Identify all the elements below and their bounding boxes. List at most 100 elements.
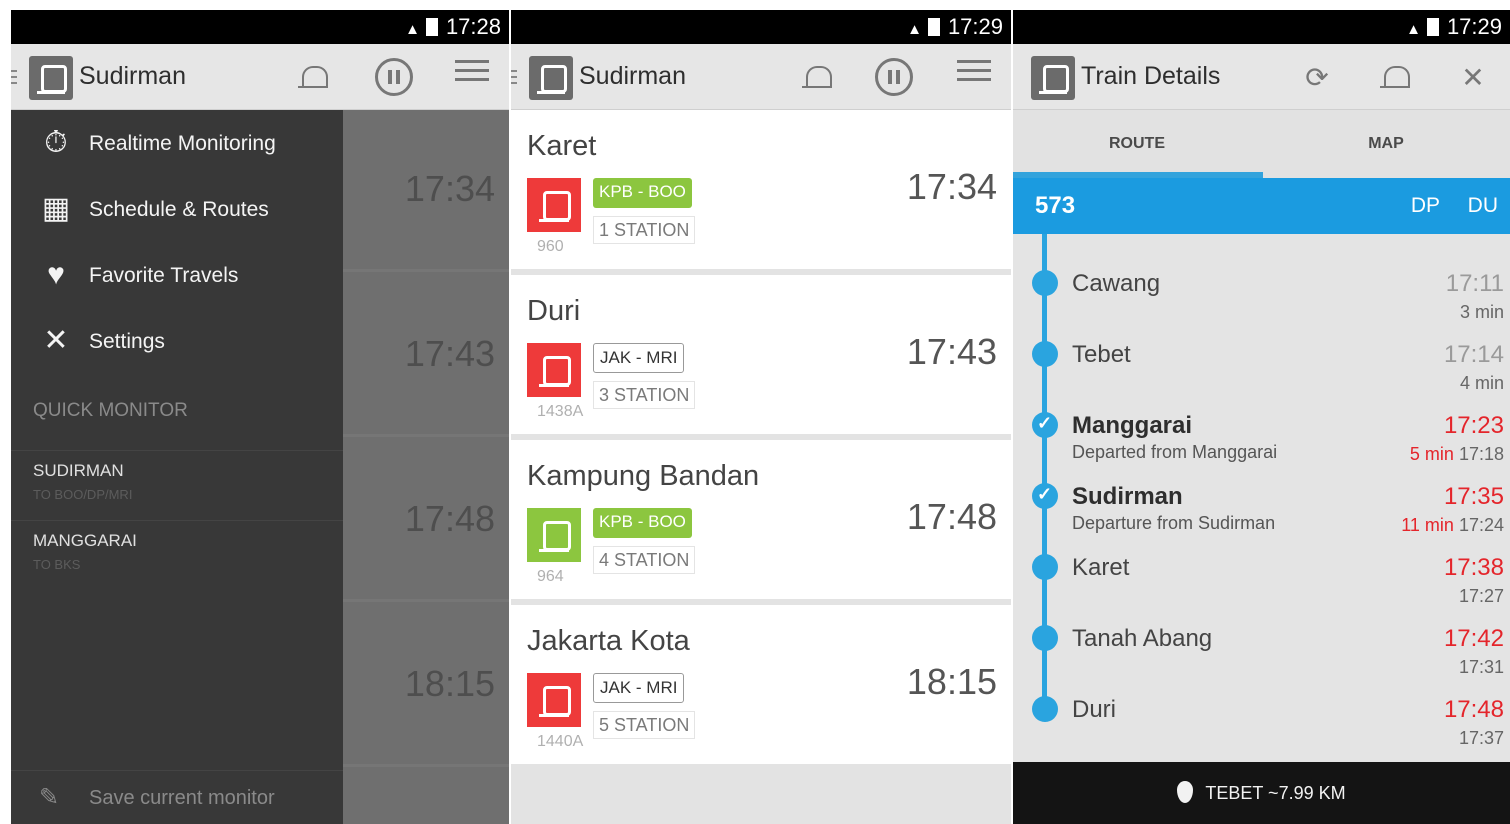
route-stop[interactable]: Cawang 17:11 3 min: [1013, 258, 1510, 328]
train-icon: [527, 673, 581, 727]
filter-list-icon[interactable]: [957, 60, 991, 94]
scheduled-time: 4 min: [1459, 373, 1504, 393]
tab-route[interactable]: ROUTE: [1013, 110, 1261, 178]
stop-time: 17:38: [1443, 554, 1504, 581]
line-badge: KPB - BOO: [593, 178, 692, 208]
pause-icon[interactable]: [875, 58, 913, 96]
signal-icon: ▲: [1406, 21, 1421, 38]
train-number: 1440A: [537, 733, 584, 750]
stop-dot-icon: [1032, 554, 1058, 580]
save-current-monitor-button[interactable]: ✎ Save current monitor: [11, 770, 343, 824]
status-bar: ▲ 17:29: [1013, 10, 1510, 44]
train-card[interactable]: Jakarta Kota 1440A JAK - MRI 5 STATION 1…: [511, 605, 1011, 767]
arrival-time: 17:43: [906, 331, 997, 372]
dimmed-time: 17:34: [404, 168, 495, 209]
train-app-icon[interactable]: [29, 56, 73, 100]
menu-item-favorite-travels[interactable]: ♥ Favorite Travels: [11, 242, 343, 308]
train-list: Karet 960 KPB - BOO 1 STATION 17:34 Duri…: [511, 110, 1011, 824]
navigation-drawer-screen: ▲ 17:28 Sudirman 17:34 17:43 17:48 18:15 …: [11, 10, 509, 824]
dimmed-row: 17:43: [343, 275, 509, 437]
quick-monitor-item[interactable]: MANGGARAI TO BKS: [11, 520, 343, 590]
train-card[interactable]: Karet 960 KPB - BOO 1 STATION 17:34: [511, 110, 1011, 272]
train-header: 573 DP DU: [1013, 178, 1510, 234]
stop-status: Departure from Sudirman: [1072, 513, 1276, 533]
quick-monitor-item[interactable]: SUDIRMAN TO BOO/DP/MRI: [11, 450, 343, 520]
scheduled-time: 17:24: [1458, 515, 1504, 535]
battery-icon: [1426, 18, 1439, 36]
train-icon: [527, 508, 581, 562]
bell-icon[interactable]: [1375, 58, 1415, 98]
stop-name: Karet: [1072, 554, 1130, 581]
bell-icon[interactable]: [293, 58, 333, 98]
menu-item-schedule-routes[interactable]: ▦ Schedule & Routes: [11, 176, 343, 242]
train-card[interactable]: Kampung Bandan 964 KPB - BOO 4 STATION 1…: [511, 440, 1011, 602]
route-stop[interactable]: Tanah Abang 17:42 17:31: [1013, 613, 1510, 683]
destination-station: Duri: [527, 295, 581, 327]
action-bar: Train Details ⟳ ✕: [1013, 44, 1510, 110]
scheduled-time: 17:27: [1458, 586, 1504, 606]
save-current-monitor-label: Save current monitor: [89, 787, 275, 809]
stop-name: Cawang: [1072, 270, 1161, 297]
stop-time: 17:48: [1443, 696, 1504, 723]
dimmed-time: 17:43: [404, 333, 495, 374]
stop-dot-icon: [1032, 625, 1058, 651]
dimmed-content[interactable]: 17:34 17:43 17:48 18:15: [343, 110, 509, 824]
menu-item-label: Settings: [89, 330, 165, 353]
stop-dot-icon: [1032, 696, 1058, 722]
train-number: 964: [537, 568, 564, 585]
route-stop[interactable]: Sudirman Departure from Sudirman 17:35 1…: [1013, 471, 1510, 541]
bell-icon[interactable]: [797, 58, 837, 98]
train-app-icon[interactable]: [529, 56, 573, 100]
nearest-station-bar[interactable]: TEBET ~7.99 KM: [1013, 762, 1510, 824]
tab-bar: ROUTE MAP: [1013, 110, 1510, 178]
route-stop[interactable]: Tebet 17:14 4 min: [1013, 329, 1510, 399]
stop-status: Departed from Manggarai: [1072, 442, 1278, 462]
stop-name: Sudirman: [1072, 483, 1183, 510]
refresh-icon[interactable]: ⟳: [1297, 58, 1337, 98]
delay-label: 5 min: [1409, 444, 1454, 464]
pause-icon[interactable]: [375, 58, 413, 96]
menu-item-realtime-monitoring[interactable]: ⏱ Realtime Monitoring: [11, 110, 343, 176]
train-app-icon[interactable]: [1031, 56, 1075, 100]
dimmed-row: 17:34: [343, 110, 509, 272]
destination-station: Kampung Bandan: [527, 460, 760, 492]
navigation-drawer: ⏱ Realtime Monitoring ▦ Schedule & Route…: [11, 110, 343, 824]
station-count: 4 STATION: [593, 546, 696, 574]
train-card[interactable]: Duri 1438A JAK - MRI 3 STATION 17:43: [511, 275, 1011, 437]
signal-icon: ▲: [405, 21, 420, 38]
station-count: 1 STATION: [593, 216, 696, 244]
dimmed-row: 17:48: [343, 440, 509, 602]
destination-station: Karet: [527, 130, 597, 162]
tools-icon: ✕: [43, 324, 69, 357]
drawer-toggle-icon[interactable]: [511, 70, 517, 84]
route-stop[interactable]: Karet 17:38 17:27: [1013, 542, 1510, 612]
check-icon: [1032, 412, 1058, 438]
menu-item-settings[interactable]: ✕ Settings: [11, 308, 343, 374]
filter-list-icon[interactable]: [455, 60, 489, 94]
stop-time: 17:11: [1445, 270, 1504, 297]
tools-icon[interactable]: ✕: [1453, 58, 1493, 98]
page-title: Train Details: [1081, 62, 1221, 90]
dimmed-time: 18:15: [404, 663, 495, 704]
route-stop[interactable]: Duri 17:48 17:37: [1013, 684, 1510, 754]
calendar-icon: ▦: [41, 192, 71, 225]
quick-monitor-name: SUDIRMAN: [33, 461, 124, 480]
menu-item-label: Schedule & Routes: [89, 198, 269, 221]
quick-monitor-header: QUICK MONITOR: [33, 400, 188, 421]
arrival-time: 17:48: [906, 496, 997, 537]
status-time: 17:29: [947, 14, 1003, 39]
stop-time: 17:42: [1443, 625, 1504, 652]
status-time: 17:29: [1446, 14, 1502, 39]
line-badge: KPB - BOO: [593, 508, 692, 538]
scheduled-time: 17:31: [1458, 657, 1504, 677]
status-bar: ▲ 17:29: [511, 10, 1011, 44]
tab-map[interactable]: MAP: [1262, 110, 1510, 178]
route-timeline: Cawang 17:11 3 min Tebet 17:14 4 min Man…: [1013, 234, 1510, 762]
arrival-time: 17:34: [906, 166, 997, 207]
stop-time: 17:14: [1443, 341, 1504, 368]
location-pin-icon: [1177, 781, 1194, 803]
scheduled-time: 17:18: [1458, 444, 1504, 464]
train-number: 573: [1035, 192, 1076, 219]
route-stop[interactable]: Manggarai Departed from Manggarai 17:23 …: [1013, 400, 1510, 470]
drawer-toggle-icon[interactable]: [11, 70, 17, 84]
